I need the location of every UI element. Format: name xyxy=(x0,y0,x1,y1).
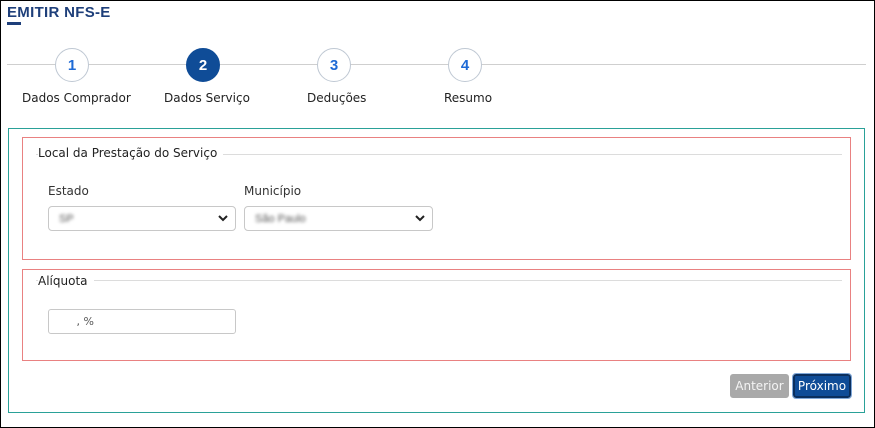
step-3-circle[interactable]: 3 xyxy=(317,48,351,82)
next-button[interactable]: Próximo xyxy=(792,373,852,399)
step-1-circle[interactable]: 1 xyxy=(55,48,89,82)
title-underline xyxy=(7,22,21,25)
municipio-label: Município xyxy=(244,184,302,198)
stepper-line xyxy=(7,64,866,65)
step-2-label: Dados Serviço xyxy=(164,91,250,105)
municipio-value: São Paulo xyxy=(255,213,306,225)
aliquota-legend: Alíquota xyxy=(38,274,94,288)
page-title: EMITIR NFS-E xyxy=(7,4,111,21)
estado-value: SP xyxy=(59,213,74,225)
chevron-down-icon xyxy=(218,215,228,222)
previous-button[interactable]: Anterior xyxy=(730,374,789,398)
local-prestacao-legend: Local da Prestação do Serviço xyxy=(38,146,224,160)
step-4-label: Resumo xyxy=(444,91,493,105)
legend-divider xyxy=(36,280,842,281)
step-2-circle[interactable]: 2 xyxy=(186,48,220,82)
step-3-label: Deduções xyxy=(307,91,367,105)
aliquota-input[interactable] xyxy=(48,309,236,334)
step-4-circle[interactable]: 4 xyxy=(448,48,482,82)
chevron-down-icon xyxy=(415,215,425,222)
step-1-label: Dados Comprador xyxy=(22,91,131,105)
estado-label: Estado xyxy=(48,184,89,198)
municipio-select[interactable]: São Paulo xyxy=(244,206,433,231)
estado-select[interactable]: SP xyxy=(48,206,236,231)
